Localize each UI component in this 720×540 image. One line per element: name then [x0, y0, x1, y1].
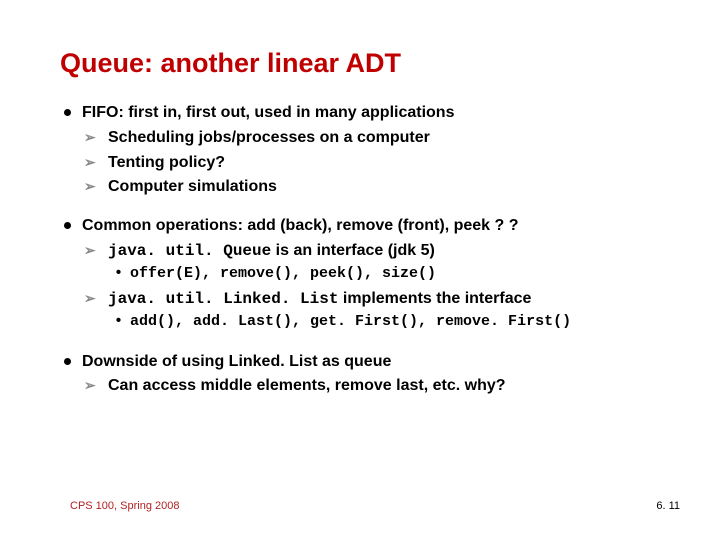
sub-simulations: Computer simulations: [82, 175, 660, 200]
slide: Queue: another linear ADT FIFO: first in…: [0, 0, 720, 399]
subsub-linkedlist-methods: add(), add. Last(), get. First(), remove…: [108, 310, 660, 334]
text-implements: implements the interface: [338, 290, 531, 307]
sublist-downside: Can access middle elements, remove last,…: [82, 374, 660, 399]
code-linkedlist: java. util. Linked. List: [108, 290, 338, 308]
sub-access-middle: Can access middle elements, remove last,…: [82, 374, 660, 399]
sub-linkedlist: java. util. Linked. List implements the …: [82, 287, 660, 335]
code-queue-methods: offer(E), remove(), peek(), size(): [108, 262, 660, 286]
bullet-operations: Common operations: add (back), remove (f…: [60, 216, 660, 335]
bullet-downside-text: Downside of using Linked. List as queue: [82, 353, 391, 370]
footer-page-number: 6. 11: [656, 500, 680, 512]
bullet-fifo: FIFO: first in, first out, used in many …: [60, 103, 660, 200]
code-linkedlist-methods: add(), add. Last(), get. First(), remove…: [108, 310, 660, 334]
sub-queue-interface: java. util. Queue is an interface (jdk 5…: [82, 239, 660, 287]
sublist-fifo: Scheduling jobs/processes on a computer …: [82, 126, 660, 200]
footer-course: CPS 100, Spring 2008: [70, 500, 179, 512]
code-queue: java. util. Queue: [108, 242, 271, 260]
sub-tenting: Tenting policy?: [82, 151, 660, 176]
sublist-operations: java. util. Queue is an interface (jdk 5…: [82, 239, 660, 336]
bullet-list: FIFO: first in, first out, used in many …: [60, 103, 660, 399]
text-interface: is an interface (jdk 5): [271, 242, 435, 259]
bullet-downside: Downside of using Linked. List as queue …: [60, 352, 660, 400]
sub-scheduling: Scheduling jobs/processes on a computer: [82, 126, 660, 151]
slide-title: Queue: another linear ADT: [60, 48, 660, 79]
bullet-operations-text: Common operations: add (back), remove (f…: [82, 217, 519, 234]
subsub-queue-methods: offer(E), remove(), peek(), size(): [108, 262, 660, 286]
bullet-fifo-text: FIFO: first in, first out, used in many …: [82, 104, 454, 121]
